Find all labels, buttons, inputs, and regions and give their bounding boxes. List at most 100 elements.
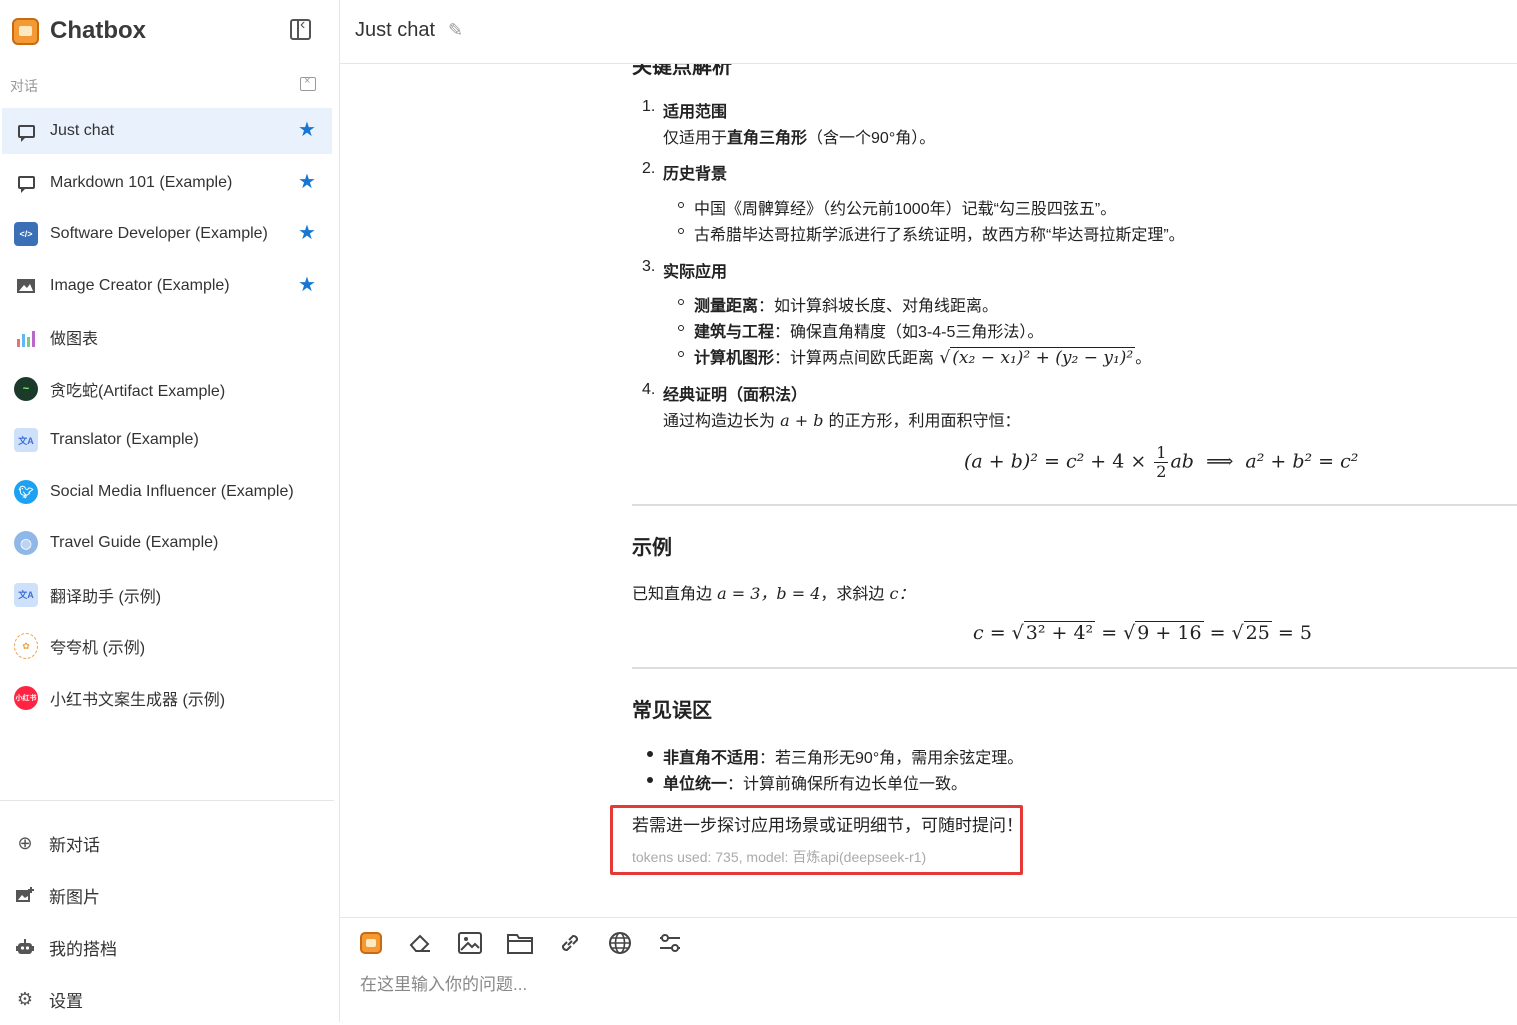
message-input[interactable] [360, 975, 1460, 995]
desc-text: 通过构造边长为 [663, 413, 776, 430]
new-image-button[interactable]: 新图片 [14, 869, 117, 921]
bullet-bold: 单位统一 [663, 776, 728, 793]
list-item-title: 经典证明（面积法） [663, 387, 808, 404]
robot-icon [14, 936, 36, 958]
xiaohongshu-avatar-icon: 小红书 [14, 685, 38, 710]
sidebar: Chatbox 对话 Just chat ★ Markdown 101 (Exa… [0, 0, 340, 1022]
list-bullet: 计算机图形：计算两点间欧氏距离 √ (x₂ − x₁)² + (y₂ − y₁)²… [677, 344, 1151, 368]
list-bullet: 单位统一：计算前确保所有边长单位一致。 [646, 770, 967, 794]
new-conversation-button[interactable]: ⊕ 新对话 [14, 817, 117, 869]
star-icon[interactable]: ★ [298, 275, 316, 295]
conversations-section-label: 对话 [10, 78, 38, 94]
chatbox-logo-icon [12, 17, 39, 45]
conversation-item[interactable]: 🐦︎ Social Media Influencer (Example) [2, 469, 332, 515]
conversation-item[interactable]: ◍ Travel Guide (Example) [2, 520, 332, 566]
eraser-icon[interactable] [407, 930, 433, 956]
bullet-text: ：确保直角精度（如3-4-5三角形法）。 [774, 324, 1044, 341]
star-icon[interactable]: ★ [298, 172, 316, 192]
chatbox-copilot-icon[interactable] [358, 930, 384, 956]
conversation-item[interactable]: Markdown 101 (Example) ★ [2, 160, 332, 206]
conversation-item[interactable]: 文A Translator (Example) [2, 417, 332, 463]
image-upload-icon[interactable] [457, 930, 483, 956]
clear-conversations-icon[interactable] [300, 75, 316, 91]
math-inline: a = 3，b = 4 [712, 584, 821, 603]
edit-title-icon[interactable]: ✎ [448, 20, 463, 41]
conversation-label: 翻译助手 (示例) [50, 588, 162, 606]
conversation-label: Markdown 101 (Example) [50, 173, 233, 191]
brand: Chatbox [12, 14, 146, 48]
settings-sliders-icon[interactable] [657, 930, 683, 956]
xiaohongshu-avatar-text: 小红书 [14, 685, 38, 710]
list-item-title: 实际应用 [663, 264, 728, 281]
closing-text: 若需进一步探讨应用场景或证明细节，可随时提问！ [632, 816, 1023, 835]
snake-game-avatar-icon: ~ [14, 376, 38, 401]
conversation-item[interactable]: ~ 贪吃蛇(Artifact Example) [2, 366, 332, 412]
image-icon [14, 274, 38, 298]
bullet-text: ：若三角形无90°角，需用余弦定理。 [759, 750, 1024, 767]
nav-label: 新对话 [49, 835, 100, 855]
conversation-item[interactable]: </> Software Developer (Example) ★ [2, 211, 332, 257]
message-meta: tokens used: 735, model: 百炼api(deepseek-… [632, 849, 927, 865]
example-text-mid: ，求斜边 [820, 586, 885, 603]
desc-text: （含一个90°角）。 [807, 130, 936, 147]
new-image-icon [14, 884, 36, 906]
message-area: 关键点解析 1. 适用范围 仅适用于直角三角形（含一个90°角）。 2. 历史背… [340, 64, 1517, 916]
conversation-label: Translator (Example) [50, 431, 199, 448]
conversation-label: Social Media Influencer (Example) [50, 482, 294, 500]
chat-header: Just chat ✎ [340, 0, 1517, 64]
sidebar-divider [0, 800, 334, 801]
conversation-item[interactable]: ✿ 夸夸机 (示例) [2, 623, 332, 669]
bullet-bold: 建筑与工程 [694, 324, 775, 341]
nav-label: 新图片 [49, 887, 100, 907]
math-block: (a + b)² = c² + 4 × 1 2 ab ⟹ a² + b² = c² [964, 443, 1359, 481]
list-bullet: 测量距离：如计算斜坡长度、对角线距离。 [677, 292, 999, 316]
conversation-list: Just chat ★ Markdown 101 (Example) ★ </>… [2, 108, 332, 726]
math-block: c = √ 3² + 4² = √ 9 + 16 = √ 25 = 5 [973, 621, 1312, 644]
conversation-item[interactable]: 文A 翻译助手 (示例) [2, 572, 332, 618]
example-text-pre: 已知直角边 [632, 586, 713, 603]
list-bullet: 中国《周髀算经》（约公元前1000年）记载“勾三股四弦五”。 [677, 195, 1116, 219]
chart-avatar-icon [14, 325, 38, 349]
example-text: 已知直角边 a = 3，b = 4，求斜边 c： [632, 580, 914, 604]
folder-icon[interactable] [507, 930, 533, 956]
my-copilots-button[interactable]: 我的搭档 [14, 921, 117, 973]
conversation-label: Just chat [50, 122, 115, 139]
bullet-bold: 测量距离 [694, 298, 759, 315]
bullet-bold: 计算机图形 [694, 350, 775, 367]
desc-bold: 直角三角形 [727, 130, 808, 147]
math-inline: √ (x₂ − x₁)² + (y₂ − y₁)² [934, 347, 1136, 368]
list-item-title: 历史背景 [663, 166, 728, 183]
sidebar-bottom-nav: ⊕ 新对话 新图片 我的搭档 ⚙ 设置 [14, 817, 117, 1025]
collapse-sidebar-button[interactable] [290, 16, 311, 40]
conversation-item[interactable]: 做图表 [2, 314, 332, 360]
translate-avatar-icon: 文A [14, 582, 38, 607]
conversation-item[interactable]: 小红书 小红书文案生成器 (示例) [2, 675, 332, 721]
chat-bubble-icon [14, 171, 38, 195]
input-area [340, 917, 1517, 1023]
globe-icon[interactable] [607, 930, 633, 956]
desc-text: 仅适用于 [663, 130, 728, 147]
conversation-label: Image Creator (Example) [50, 276, 230, 294]
plus-circle-icon: ⊕ [17, 832, 33, 853]
conversation-label: 做图表 [50, 331, 99, 348]
conversation-label: 小红书文案生成器 (示例) [50, 691, 226, 709]
link-icon[interactable] [557, 930, 583, 956]
list-bullet: 建筑与工程：确保直角精度（如3-4-5三角形法）。 [677, 318, 1044, 342]
gear-icon: ⚙ [16, 988, 34, 1009]
list-number: 3. [642, 258, 656, 275]
list-item-desc: 通过构造边长为 a + b 的正方形，利用面积守恒： [663, 407, 1021, 431]
conversation-label: 夸夸机 (示例) [50, 640, 146, 657]
list-item-desc: 仅适用于直角三角形（含一个90°角）。 [663, 124, 935, 148]
conversation-item[interactable]: Just chat ★ [2, 108, 332, 154]
bullet-text: ：如计算斜坡长度、对角线距离。 [758, 298, 999, 315]
star-icon[interactable]: ★ [298, 223, 316, 243]
conversation-item[interactable]: Image Creator (Example) ★ [2, 263, 332, 309]
settings-button[interactable]: ⚙ 设置 [14, 973, 117, 1025]
star-icon[interactable]: ★ [298, 120, 316, 140]
twitter-avatar-icon: 🐦︎ [14, 479, 38, 504]
conversation-label: Software Developer (Example) [50, 225, 268, 242]
list-number: 2. [642, 160, 656, 177]
app-name: Chatbox [50, 17, 146, 44]
globe-avatar-icon: ◍ [14, 531, 38, 555]
nav-label: 设置 [49, 991, 83, 1011]
